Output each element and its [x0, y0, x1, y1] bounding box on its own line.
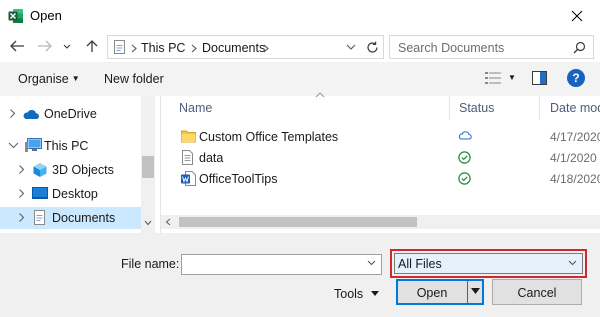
new-folder-button[interactable]: New folder	[104, 72, 164, 86]
column-divider[interactable]	[449, 96, 450, 120]
file-date-modified: 4/1/2020	[550, 151, 597, 165]
nav-label-3d-objects: 3D Objects	[52, 163, 114, 177]
chevron-right-icon[interactable]	[18, 164, 25, 175]
text-file-icon	[182, 150, 193, 165]
scroll-left-icon[interactable]	[165, 218, 171, 226]
organise-menu[interactable]: Organise ▼	[18, 72, 80, 86]
search-placeholder: Search Documents	[398, 41, 505, 55]
file-row[interactable]: data 4/1/2020	[161, 148, 600, 169]
address-bar[interactable]: This PC Documents	[107, 35, 384, 59]
chevron-down-icon[interactable]	[367, 260, 376, 266]
file-name-input[interactable]	[181, 254, 382, 275]
chevron-down-icon	[568, 260, 577, 266]
cloud-sync-icon	[458, 131, 472, 140]
nav-scrollbar-thumb[interactable]	[142, 156, 154, 178]
nav-label-onedrive: OneDrive	[44, 107, 97, 121]
folder-icon	[181, 130, 196, 143]
tools-menu[interactable]: Tools	[334, 287, 363, 301]
chevron-right-icon	[131, 44, 137, 53]
navigation-pane: OneDrive This PC 3D Objects Desktop Docu…	[0, 96, 155, 233]
view-caret-icon[interactable]: ▼	[508, 73, 516, 82]
file-name: data	[199, 151, 224, 165]
up-button[interactable]	[84, 38, 106, 56]
chevron-right-icon	[191, 44, 197, 53]
view-options-icon[interactable]	[485, 72, 501, 84]
command-toolbar: Organise ▼ New folder ▼ ?	[0, 62, 600, 96]
file-row[interactable]: OfficeToolTips 4/18/2020	[161, 169, 600, 190]
desktop-icon	[32, 187, 48, 199]
documents-icon	[34, 210, 45, 225]
file-row[interactable]: Custom Office Templates 4/17/2020	[161, 127, 600, 148]
documents-location-icon	[113, 40, 126, 57]
recent-locations-button[interactable]	[62, 38, 74, 56]
column-header-date-modified[interactable]: Date mod	[550, 101, 600, 125]
horizontal-scrollbar[interactable]	[161, 215, 600, 229]
window-title: Open	[30, 8, 62, 23]
file-name: Custom Office Templates	[199, 130, 339, 144]
open-split-divider	[467, 281, 468, 303]
close-icon	[571, 10, 583, 22]
nav-item-this-pc[interactable]: This PC	[0, 135, 141, 157]
excel-icon	[8, 8, 24, 24]
title-bar: Open	[0, 0, 600, 32]
cancel-button[interactable]: Cancel	[492, 279, 582, 305]
nav-item-documents[interactable]: Documents	[0, 207, 141, 229]
open-button-label: Open	[416, 286, 448, 300]
breadcrumb-documents[interactable]: Documents	[202, 41, 265, 55]
nav-label-this-pc: This PC	[44, 139, 89, 153]
chevron-right-icon[interactable]	[18, 188, 25, 199]
forward-arrow-icon	[38, 40, 52, 52]
cancel-button-label: Cancel	[517, 286, 557, 300]
preview-pane-icon[interactable]	[532, 71, 547, 85]
chevron-down-icon	[63, 44, 71, 49]
word-doc-icon	[181, 171, 196, 186]
synced-check-icon	[458, 151, 471, 164]
chevron-right-icon[interactable]	[9, 108, 16, 119]
breadcrumb-this-pc[interactable]: This PC	[141, 41, 185, 55]
file-date-modified: 4/17/2020	[550, 130, 600, 144]
scroll-down-icon[interactable]	[144, 220, 152, 226]
organise-label: Organise	[18, 72, 69, 86]
open-button[interactable]: Open	[396, 279, 484, 305]
file-type-value: All Files	[398, 257, 442, 271]
caret-down-icon[interactable]	[471, 288, 480, 294]
chevron-down-icon[interactable]	[8, 142, 19, 149]
caret-down-icon[interactable]	[371, 291, 379, 296]
chevron-down-icon[interactable]	[346, 44, 356, 51]
dialog-footer: File name: All Files Tools Open Cancel	[0, 233, 600, 317]
address-row: This PC Documents Search Documents	[0, 32, 600, 62]
horizontal-scrollbar-thumb[interactable]	[179, 217, 417, 227]
column-header-status[interactable]: Status	[459, 101, 494, 125]
chevron-right-icon[interactable]	[18, 212, 25, 223]
file-type-select[interactable]: All Files	[394, 253, 583, 274]
refresh-icon[interactable]	[366, 41, 379, 54]
search-input[interactable]: Search Documents	[389, 35, 594, 59]
nav-label-documents: Documents	[52, 211, 116, 225]
3d-objects-icon	[33, 163, 47, 177]
file-date-modified: 4/18/2020	[550, 172, 600, 186]
search-icon	[573, 41, 586, 54]
synced-check-icon	[458, 172, 471, 185]
help-icon[interactable]: ?	[567, 69, 585, 87]
this-pc-icon	[25, 138, 42, 152]
back-arrow-icon	[10, 40, 24, 52]
close-button[interactable]	[554, 0, 600, 32]
onedrive-cloud-icon	[23, 109, 39, 119]
column-divider[interactable]	[539, 96, 540, 120]
file-list: Name Status Date mod Custom Office Templ…	[160, 92, 600, 233]
nav-item-3d-objects[interactable]: 3D Objects	[0, 159, 141, 181]
chevron-right-icon	[263, 44, 269, 53]
file-name: OfficeToolTips	[199, 172, 278, 186]
nav-item-onedrive[interactable]: OneDrive	[0, 103, 141, 125]
column-header-name[interactable]: Name	[179, 101, 212, 125]
nav-label-desktop: Desktop	[52, 187, 98, 201]
sort-ascending-icon	[315, 92, 325, 98]
up-arrow-icon	[86, 40, 98, 52]
nav-scrollbar[interactable]	[141, 96, 155, 233]
nav-item-desktop[interactable]: Desktop	[0, 183, 141, 205]
file-name-label: File name:	[121, 257, 180, 271]
forward-button[interactable]	[36, 38, 58, 56]
caret-down-icon: ▼	[71, 74, 80, 83]
back-button[interactable]	[8, 38, 30, 56]
